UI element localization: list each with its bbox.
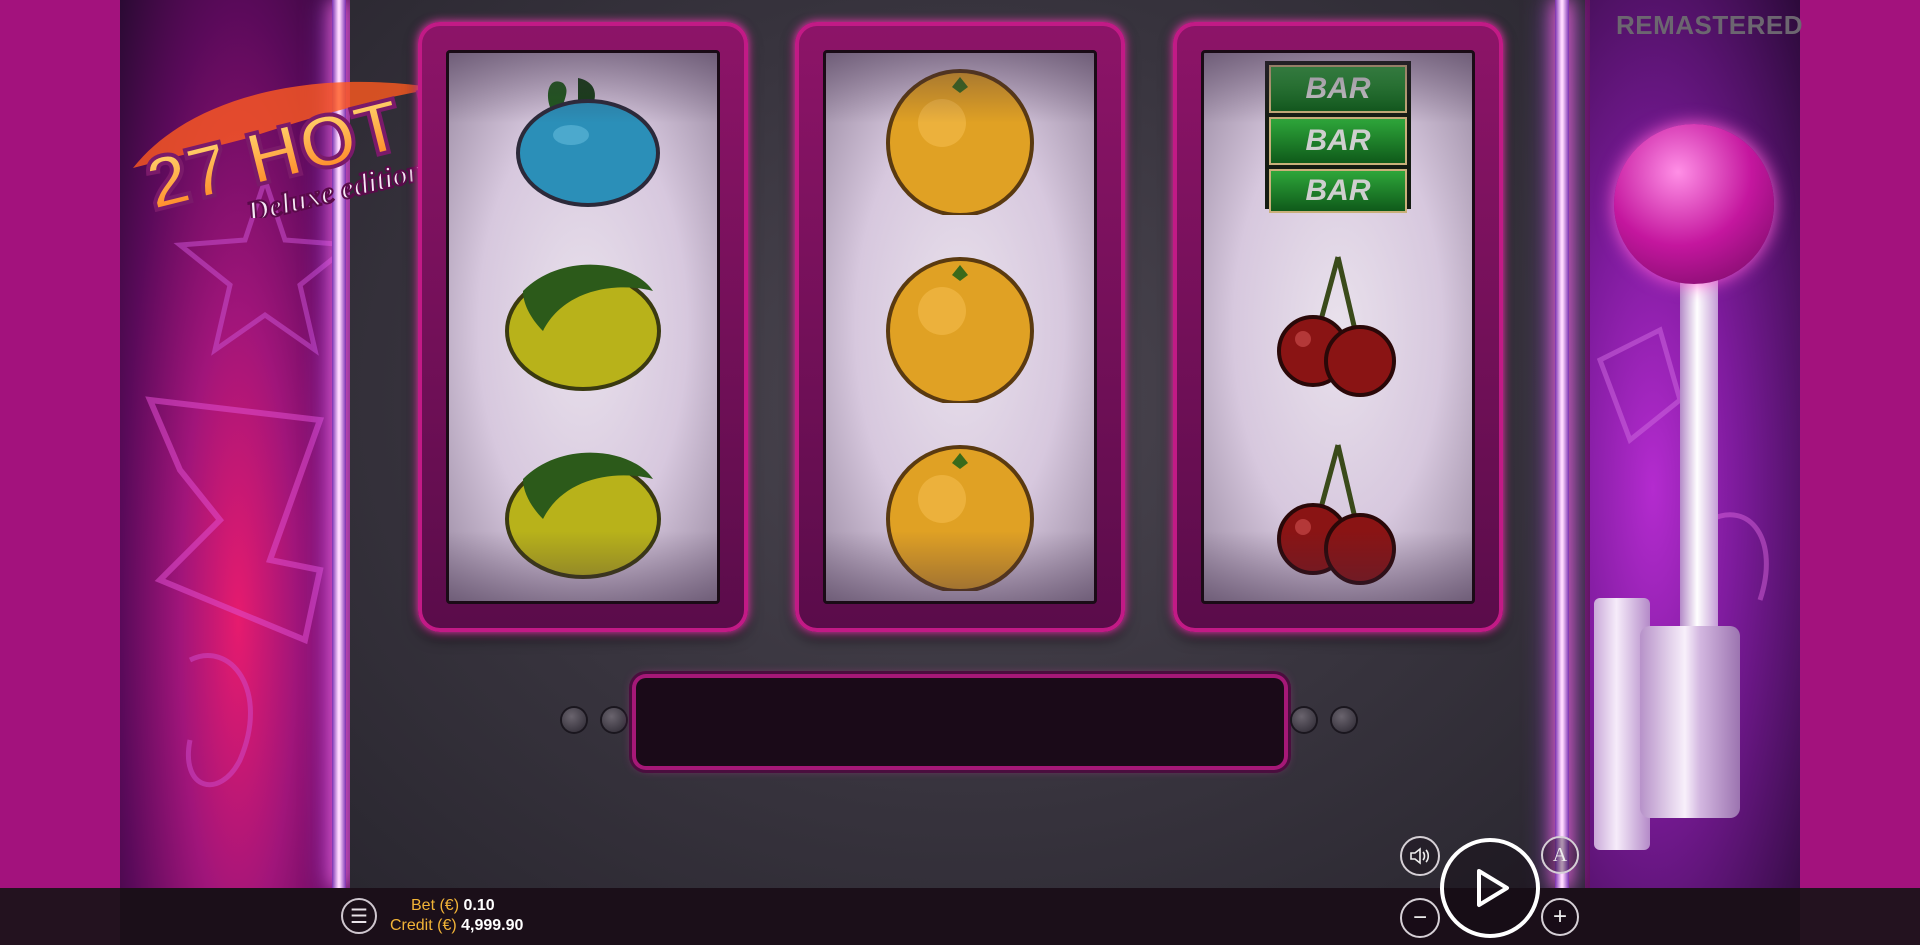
cherry-symbol bbox=[1277, 256, 1396, 397]
lemon-symbol bbox=[505, 264, 661, 391]
credit-label: Credit (€) bbox=[390, 917, 457, 934]
sound-icon bbox=[1410, 847, 1430, 865]
panel-indicator-dot bbox=[562, 708, 586, 732]
plus-icon: + bbox=[1552, 903, 1567, 930]
bet-label: Bet (€) bbox=[411, 897, 460, 914]
lemon-symbol bbox=[505, 452, 661, 579]
reel-2-frame bbox=[795, 22, 1125, 632]
bar-label: BAR bbox=[1269, 65, 1407, 113]
play-icon bbox=[1477, 869, 1509, 907]
autoplay-icon: A bbox=[1552, 843, 1568, 866]
orange-symbol bbox=[886, 257, 1034, 403]
bar-label: BAR bbox=[1269, 117, 1407, 165]
orange-symbol bbox=[886, 445, 1034, 591]
triple-bar-symbol: BAR BAR BAR bbox=[1265, 61, 1411, 213]
remastered-badge: REMASTERED bbox=[1616, 10, 1804, 40]
panel-indicator-dot bbox=[1332, 708, 1356, 732]
lever-knob[interactable] bbox=[1614, 124, 1774, 284]
reel-3-window: BAR BAR BAR bbox=[1201, 50, 1475, 604]
sound-button[interactable] bbox=[1400, 836, 1440, 876]
plum-symbol bbox=[516, 78, 660, 207]
reel-1-window bbox=[446, 50, 720, 604]
panel-indicator-dot bbox=[1292, 708, 1316, 732]
lever-rod[interactable] bbox=[1680, 268, 1718, 656]
minus-icon: − bbox=[1412, 904, 1427, 931]
reel-3-frame: BAR BAR BAR bbox=[1173, 22, 1503, 632]
decrease-bet-button[interactable]: − bbox=[1400, 898, 1440, 938]
reel-1-frame bbox=[418, 22, 748, 632]
bet-value: 0.10 bbox=[463, 897, 495, 914]
message-panel bbox=[636, 678, 1284, 766]
bar-label: BAR bbox=[1269, 169, 1407, 213]
spin-button[interactable] bbox=[1440, 838, 1540, 938]
cherry-symbol bbox=[1277, 444, 1396, 585]
bottom-bar bbox=[0, 888, 1920, 945]
menu-icon: ☰ bbox=[350, 905, 368, 928]
lever-housing bbox=[1640, 626, 1740, 818]
panel-indicator-dot bbox=[602, 708, 626, 732]
increase-bet-button[interactable]: + bbox=[1541, 898, 1579, 936]
menu-button[interactable]: ☰ bbox=[341, 898, 377, 934]
credit-display: Credit (€) 4,999.90 bbox=[390, 917, 523, 935]
bet-display: Bet (€) 0.10 bbox=[411, 897, 495, 915]
game-logo: 27 HOT LINES Deluxe edition bbox=[133, 28, 448, 218]
reel-2-window bbox=[823, 50, 1097, 604]
orange-symbol bbox=[886, 69, 1034, 215]
autoplay-button[interactable]: A bbox=[1541, 836, 1579, 874]
neon-bar-right bbox=[1555, 0, 1569, 888]
credit-value: 4,999.90 bbox=[461, 917, 524, 934]
